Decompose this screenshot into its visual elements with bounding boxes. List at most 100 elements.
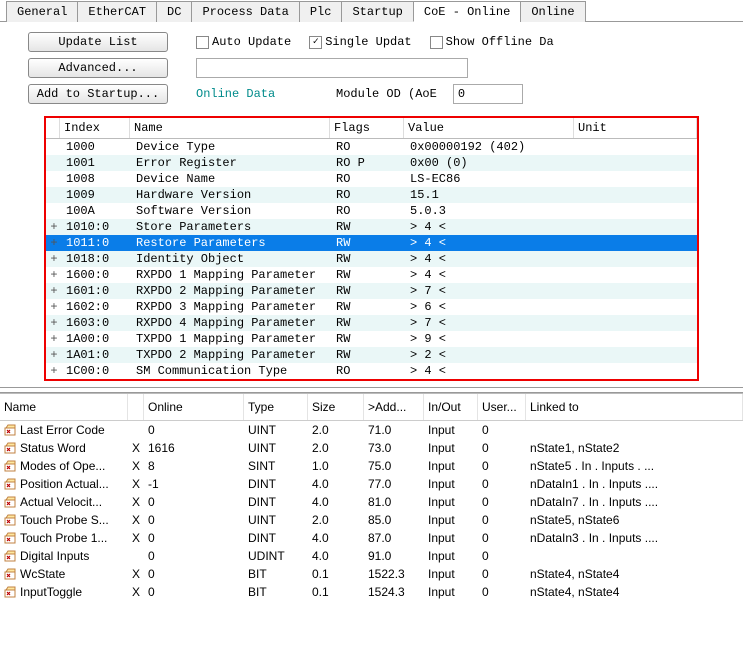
var-name: Modes of Ope... — [0, 457, 128, 475]
coe-row[interactable]: +1011:0Restore ParametersRW> 4 < — [46, 235, 697, 251]
cell-index: 1A00:0 — [62, 331, 132, 347]
lh-linked[interactable]: Linked to — [526, 394, 743, 420]
coe-row[interactable]: 1000Device TypeRO0x00000192 (402) — [46, 139, 697, 155]
tab-ethercat[interactable]: EtherCAT — [77, 1, 157, 22]
var-linked-mark — [128, 547, 144, 565]
expand-icon[interactable]: + — [46, 331, 62, 347]
variable-row[interactable]: Touch Probe S...X0UINT2.085.0Input0nStat… — [0, 511, 743, 529]
lh-type[interactable]: Type — [244, 394, 308, 420]
variable-row[interactable]: InputToggleX0BIT0.11524.3Input0nState4, … — [0, 583, 743, 601]
expand-icon[interactable]: + — [46, 267, 62, 283]
cell-index: 1000 — [62, 139, 132, 155]
expand-icon[interactable] — [46, 139, 62, 155]
coe-row[interactable]: +1A00:0TXPDO 1 Mapping ParameterRW> 9 < — [46, 331, 697, 347]
coe-row[interactable]: 100ASoftware VersionRO5.0.3 — [46, 203, 697, 219]
tab-plc[interactable]: Plc — [299, 1, 343, 22]
cell-flags: RO — [332, 203, 406, 219]
tab-coe-online[interactable]: CoE - Online — [413, 1, 521, 22]
coe-row[interactable]: 1008Device NameROLS-EC86 — [46, 171, 697, 187]
expand-icon[interactable]: + — [46, 347, 62, 363]
var-online: 0 — [144, 547, 244, 565]
module-od-input[interactable] — [453, 84, 523, 104]
lh-io[interactable]: In/Out — [424, 394, 478, 420]
coe-row[interactable]: +1010:0Store ParametersRW> 4 < — [46, 219, 697, 235]
tab-general[interactable]: General — [6, 1, 78, 22]
variable-row[interactable]: Modes of Ope...X8SINT1.075.0Input0nState… — [0, 457, 743, 475]
cell-name: Software Version — [132, 203, 332, 219]
cell-flags: RO — [332, 187, 406, 203]
variable-row[interactable]: Actual Velocit...X0DINT4.081.0Input0nDat… — [0, 493, 743, 511]
update-list-button[interactable]: Update List — [28, 32, 168, 52]
expand-icon[interactable] — [46, 155, 62, 171]
tab-startup[interactable]: Startup — [341, 1, 413, 22]
cell-unit — [576, 331, 697, 347]
coe-row[interactable]: +1018:0Identity ObjectRW> 4 < — [46, 251, 697, 267]
tab-online[interactable]: Online — [520, 1, 585, 22]
coe-row[interactable]: +1603:0RXPDO 4 Mapping ParameterRW> 7 < — [46, 315, 697, 331]
add-to-startup-button[interactable]: Add to Startup... — [28, 84, 168, 104]
lh-online[interactable]: Online — [144, 394, 244, 420]
cell-name: Device Name — [132, 171, 332, 187]
cell-value: 0x00 (0) — [406, 155, 576, 171]
col-header-flags[interactable]: Flags — [330, 118, 404, 138]
expand-icon[interactable]: + — [46, 363, 62, 379]
coe-row[interactable]: +1602:0RXPDO 3 Mapping ParameterRW> 6 < — [46, 299, 697, 315]
lh-user[interactable]: User... — [478, 394, 526, 420]
expand-icon[interactable] — [46, 203, 62, 219]
variable-row[interactable]: Status WordX1616UINT2.073.0Input0nState1… — [0, 439, 743, 457]
col-header-value[interactable]: Value — [404, 118, 574, 138]
cell-index: 1011:0 — [62, 235, 132, 251]
cell-name: SM Communication Type — [132, 363, 332, 379]
lh-addr[interactable]: >Add... — [364, 394, 424, 420]
cell-unit — [576, 219, 697, 235]
expand-icon[interactable]: + — [46, 251, 62, 267]
coe-row[interactable]: 1009Hardware VersionRO15.1 — [46, 187, 697, 203]
cell-flags: RW — [332, 251, 406, 267]
col-header-index[interactable]: Index — [60, 118, 130, 138]
col-header-name[interactable]: Name — [130, 118, 330, 138]
cell-name: RXPDO 1 Mapping Parameter — [132, 267, 332, 283]
expand-icon[interactable]: + — [46, 235, 62, 251]
coe-row[interactable]: +1601:0RXPDO 2 Mapping ParameterRW> 7 < — [46, 283, 697, 299]
auto-update-checkbox[interactable]: Auto Update — [196, 35, 291, 49]
show-offline-checkbox[interactable]: Show Offline Da — [430, 35, 554, 49]
var-addr: 85.0 — [364, 511, 424, 529]
coe-row[interactable]: +1600:0RXPDO 1 Mapping ParameterRW> 4 < — [46, 267, 697, 283]
expand-icon[interactable]: + — [46, 299, 62, 315]
cell-value: > 7 < — [406, 315, 576, 331]
var-io: Input — [424, 439, 478, 457]
lh-name[interactable]: Name — [0, 394, 128, 420]
var-type: BIT — [244, 583, 308, 601]
filter-input[interactable] — [196, 58, 468, 78]
expand-icon[interactable]: + — [46, 283, 62, 299]
single-update-checkbox[interactable]: ✓ Single Updat — [309, 35, 411, 49]
tab-process-data[interactable]: Process Data — [191, 1, 299, 22]
coe-row[interactable]: +1A01:0TXPDO 2 Mapping ParameterRW> 2 < — [46, 347, 697, 363]
expand-icon[interactable]: + — [46, 219, 62, 235]
tab-dc[interactable]: DC — [156, 1, 192, 22]
var-online: 0 — [144, 529, 244, 547]
var-addr: 73.0 — [364, 439, 424, 457]
lh-size[interactable]: Size — [308, 394, 364, 420]
var-io: Input — [424, 583, 478, 601]
variable-row[interactable]: Last Error Code0UINT2.071.0Input0 — [0, 421, 743, 439]
variable-icon — [4, 586, 16, 598]
var-linked: nDataIn7 . In . Inputs .... — [526, 493, 743, 511]
variable-row[interactable]: WcStateX0BIT0.11522.3Input0nState4, nSta… — [0, 565, 743, 583]
coe-row[interactable]: +1C00:0SM Communication TypeRO> 4 < — [46, 363, 697, 379]
cell-index: 1A01:0 — [62, 347, 132, 363]
checkbox-checked-icon: ✓ — [309, 36, 322, 49]
expand-icon[interactable]: + — [46, 315, 62, 331]
col-header-unit[interactable]: Unit — [574, 118, 697, 138]
expand-icon[interactable] — [46, 187, 62, 203]
var-io: Input — [424, 475, 478, 493]
expand-icon[interactable] — [46, 171, 62, 187]
variable-row[interactable]: Touch Probe 1...X0DINT4.087.0Input0nData… — [0, 529, 743, 547]
cell-unit — [576, 235, 697, 251]
variable-row[interactable]: Position Actual...X-1DINT4.077.0Input0nD… — [0, 475, 743, 493]
advanced-button[interactable]: Advanced... — [28, 58, 168, 78]
coe-row[interactable]: 1001Error RegisterRO P0x00 (0) — [46, 155, 697, 171]
var-linked-mark: X — [128, 511, 144, 529]
var-linked — [526, 421, 743, 439]
variable-row[interactable]: Digital Inputs0UDINT4.091.0Input0 — [0, 547, 743, 565]
